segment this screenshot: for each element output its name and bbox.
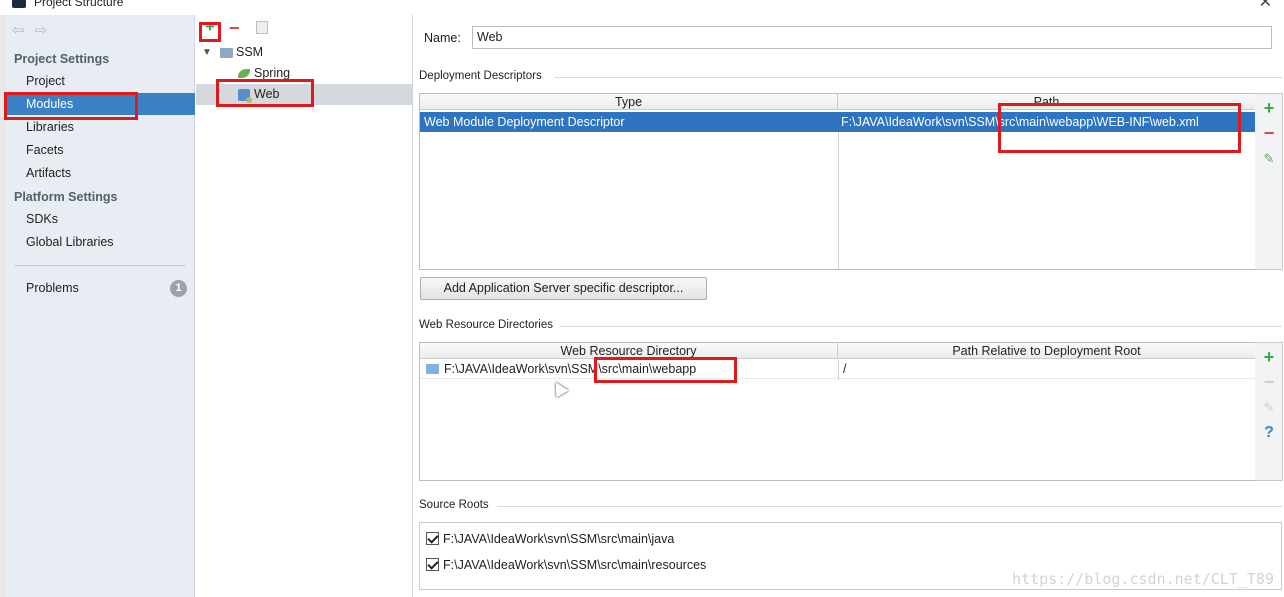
module-folder-icon	[220, 47, 233, 58]
tree-toolbar: + −	[196, 15, 413, 41]
app-icon	[12, 0, 26, 8]
main-panel: Name: Web Deployment Descriptors Type Pa…	[414, 15, 1284, 597]
deployment-descriptors-table: Type Path Web Module Deployment Descript…	[419, 93, 1256, 270]
help-icon[interactable]: ?	[1261, 425, 1277, 441]
source-roots-title: Source Roots	[419, 499, 489, 511]
sidebar-item-modules[interactable]: Modules	[6, 93, 195, 115]
add-server-descriptor-button[interactable]: Add Application Server specific descript…	[420, 277, 707, 300]
web-resource-directories-table: Web Resource Directory Path Relative to …	[419, 342, 1256, 481]
source-root-java[interactable]: F:\JAVA\IdeaWork\svn\SSM\src\main\java	[426, 530, 674, 548]
name-field[interactable]: Web	[472, 26, 1272, 49]
add-web-resource-icon[interactable]: +	[1261, 348, 1277, 366]
column-divider	[838, 132, 839, 269]
remove-web-resource-icon[interactable]: −	[1261, 373, 1277, 391]
table-row[interactable]: Web Module Deployment Descriptor F:\JAVA…	[420, 112, 1255, 132]
column-divider	[838, 360, 839, 380]
platform-settings-header: Platform Settings	[14, 190, 118, 204]
sidebar: ⇦⇨ Project Settings Project Modules Libr…	[6, 15, 195, 597]
sidebar-item-project[interactable]: Project	[6, 70, 195, 92]
descriptor-path-cell: F:\JAVA\IdeaWork\svn\SSM\src\main\webapp…	[841, 115, 1199, 129]
add-descriptor-icon[interactable]: +	[1261, 99, 1277, 117]
tree-node-spring[interactable]: Spring	[238, 63, 290, 84]
section-divider	[554, 77, 1282, 78]
web-resource-directory-cell: F:\JAVA\IdeaWork\svn\SSM\src\main\webapp	[444, 362, 697, 376]
back-arrow-icon[interactable]: ⇦	[12, 22, 35, 39]
tree-node-ssm-label: SSM	[236, 45, 264, 59]
tree-node-ssm[interactable]: ▼ SSM	[196, 42, 412, 63]
source-root-resources-label: F:\JAVA\IdeaWork\svn\SSM\src\main\resour…	[443, 558, 707, 572]
source-root-java-label: F:\JAVA\IdeaWork\svn\SSM\src\main\java	[443, 532, 675, 546]
add-module-icon[interactable]: +	[202, 18, 218, 36]
checkbox-checked-icon[interactable]	[426, 558, 439, 572]
sidebar-item-sdks[interactable]: SDKs	[6, 208, 195, 230]
column-path-relative[interactable]: Path Relative to Deployment Root	[838, 343, 1255, 359]
column-path[interactable]: Path	[838, 94, 1255, 110]
close-icon[interactable]: ✕	[1259, 0, 1272, 12]
web-resource-tools: + − ✎ ?	[1255, 342, 1283, 481]
descriptor-type-cell: Web Module Deployment Descriptor	[424, 115, 625, 129]
name-label: Name:	[424, 31, 461, 45]
remove-descriptor-icon[interactable]: −	[1261, 124, 1277, 142]
web-resource-directories-title: Web Resource Directories	[419, 319, 554, 331]
relative-path-cell: /	[843, 362, 847, 376]
edit-descriptor-icon[interactable]: ✎	[1261, 151, 1277, 167]
source-root-resources[interactable]: F:\JAVA\IdeaWork\svn\SSM\src\main\resour…	[426, 556, 706, 574]
edit-web-resource-icon[interactable]: ✎	[1261, 400, 1277, 416]
column-type[interactable]: Type	[420, 94, 838, 110]
project-settings-header: Project Settings	[14, 52, 110, 66]
deployment-descriptors-title: Deployment Descriptors	[419, 70, 542, 82]
problems-label: Problems	[26, 281, 79, 295]
web-facet-icon	[238, 88, 252, 103]
remove-module-icon[interactable]: −	[229, 18, 240, 39]
nav-arrows: ⇦⇨	[12, 21, 57, 39]
title-bar: Project Structure ✕	[0, 0, 1284, 15]
watermark: https://blog.csdn.net/CLT_T89	[1012, 570, 1274, 588]
problems-count-badge: 1	[170, 280, 187, 297]
module-tree-panel: + − ▼ SSM Spring Web	[196, 15, 413, 597]
section-divider	[497, 506, 1282, 507]
sidebar-item-global-libraries[interactable]: Global Libraries	[6, 231, 195, 253]
window-title: Project Structure	[34, 0, 124, 9]
sidebar-item-facets[interactable]: Facets	[6, 139, 195, 161]
column-web-resource-directory[interactable]: Web Resource Directory	[420, 343, 838, 359]
tree-node-web[interactable]: Web	[196, 84, 412, 105]
spring-leaf-icon	[238, 69, 250, 79]
section-divider	[560, 326, 1282, 327]
copy-module-icon[interactable]	[256, 21, 268, 34]
tree-node-spring-label: Spring	[254, 66, 291, 80]
forward-arrow-icon[interactable]: ⇨	[35, 22, 58, 39]
sidebar-item-artifacts[interactable]: Artifacts	[6, 162, 195, 184]
web-folder-icon	[426, 364, 439, 374]
sidebar-item-problems[interactable]: Problems 1	[6, 277, 195, 299]
checkbox-checked-icon[interactable]	[426, 532, 439, 546]
sidebar-item-libraries[interactable]: Libraries	[6, 116, 195, 138]
tree-node-web-label: Web	[254, 87, 280, 101]
deployment-descriptors-tools: + − ✎	[1255, 93, 1283, 270]
sidebar-divider	[14, 265, 186, 266]
chevron-down-icon[interactable]: ▼	[202, 42, 212, 63]
